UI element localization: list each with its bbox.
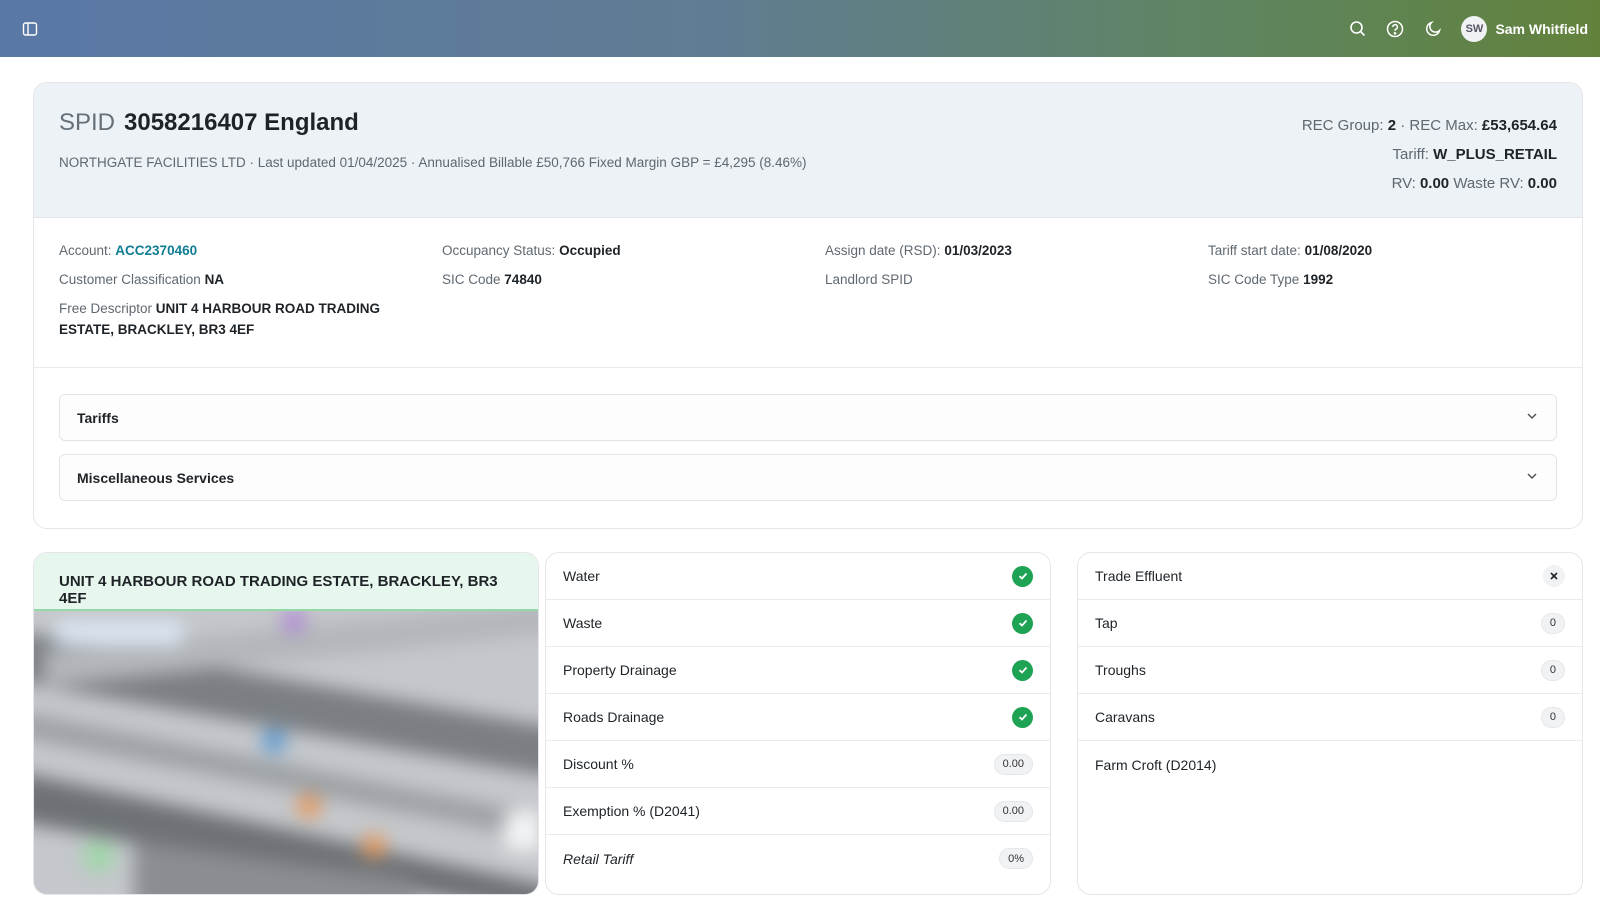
user-name: Sam Whitfield <box>1495 20 1588 37</box>
tariff-start-value: 01/08/2020 <box>1304 243 1373 258</box>
services-card: Water Waste Property Drainage Roads Drainag… <box>545 552 1051 895</box>
service-label: Exemption % (D2041) <box>563 803 700 819</box>
services-list: Water Waste Property Drainage Roads Drainag… <box>546 553 1050 882</box>
spid-header: SPID 3058216407 England NORTHGATE FACILI… <box>34 83 1582 218</box>
help-icon[interactable] <box>1385 19 1405 39</box>
occupancy-value: Occupied <box>559 243 621 258</box>
service-label: Retail Tariff <box>563 850 634 867</box>
value-badge: 0 <box>1540 706 1565 728</box>
check-icon <box>1012 612 1033 634</box>
waste-rv-label: Waste RV: <box>1453 175 1524 192</box>
check-icon <box>1012 565 1033 587</box>
extra-row-tap: Tap 0 <box>1078 600 1582 647</box>
service-label: Water <box>563 568 600 584</box>
assign-date-label: Assign date (RSD): <box>825 243 941 258</box>
extra-row-troughs: Troughs 0 <box>1078 647 1582 694</box>
service-label: Discount % <box>563 756 634 772</box>
service-row-retail-tariff: Retail Tariff 0% <box>546 835 1050 882</box>
details-col-1: Account: ACC2370460 Customer Classificat… <box>59 240 442 367</box>
classification-label: Customer Classification <box>59 272 201 287</box>
extras-list: Trade Effluent Tap 0 Troughs 0 Caravans 0 Farm … <box>1078 553 1582 788</box>
map-image[interactable] <box>34 611 538 894</box>
account-label: Account: <box>59 243 112 258</box>
chevron-down-icon <box>1525 469 1539 486</box>
check-icon <box>1012 706 1033 728</box>
sidebar-toggle-icon[interactable] <box>20 19 40 39</box>
rec-group-value: 2 <box>1387 117 1397 134</box>
classification-value: NA <box>204 272 225 287</box>
account-link[interactable]: ACC2370460 <box>115 243 197 258</box>
assign-date-value: 01/03/2023 <box>944 243 1012 258</box>
extras-card: Trade Effluent Tap 0 Troughs 0 Caravans 0 Farm … <box>1077 552 1583 895</box>
tariff-label: Tariff: <box>1392 146 1429 163</box>
misc-services-accordion-label: Miscellaneous Services <box>77 469 235 486</box>
value-badge: 0.00 <box>993 800 1033 822</box>
service-row-waste: Waste <box>546 600 1050 647</box>
misc-services-accordion[interactable]: Miscellaneous Services <box>59 454 1557 501</box>
sic-type-value: 1992 <box>1303 272 1334 287</box>
spid-label: SPID <box>59 109 116 136</box>
chevron-down-icon <box>1525 409 1539 426</box>
rec-max-label: REC Max: <box>1409 117 1478 134</box>
address-card: UNIT 4 HARBOUR ROAD TRADING ESTATE, BRAC… <box>33 552 539 895</box>
details-col-3: Assign date (RSD): 01/03/2023 Landlord S… <box>825 240 1208 367</box>
close-icon[interactable] <box>1543 565 1565 587</box>
rec-max-value: £53,654.64 <box>1481 117 1557 134</box>
details-col-4: Tariff start date: 01/08/2020 SIC Code T… <box>1208 240 1558 367</box>
service-row-property-drainage: Property Drainage <box>546 647 1050 694</box>
sic-code-value: 74840 <box>504 272 542 287</box>
spid-summary-card: SPID 3058216407 England NORTHGATE FACILI… <box>33 82 1583 529</box>
top-bar: SW Sam Whitfield <box>0 0 1600 57</box>
value-badge: 0% <box>999 848 1033 869</box>
service-row-water: Water <box>546 553 1050 600</box>
tariff-start-label: Tariff start date: <box>1208 243 1301 258</box>
service-row-roads-drainage: Roads Drainage <box>546 694 1050 741</box>
user-menu[interactable]: SW Sam Whitfield <box>1461 15 1588 42</box>
address-title: UNIT 4 HARBOUR ROAD TRADING ESTATE, BRAC… <box>34 553 538 611</box>
service-label: Roads Drainage <box>563 709 665 725</box>
extra-label: Tap <box>1095 615 1118 631</box>
moon-icon[interactable] <box>1423 19 1443 39</box>
sic-code-label: SIC Code <box>442 272 501 287</box>
avatar: SW <box>1461 15 1488 42</box>
rec-summary: REC Group: 2 · REC Max: £53,654.64 Tarif… <box>1302 111 1557 198</box>
extra-label: Trade Effluent <box>1095 568 1183 584</box>
extra-row-farm-croft-d2014: Farm Croft (D2014) <box>1078 741 1582 788</box>
tariff-value: W_PLUS_RETAIL <box>1433 146 1557 163</box>
extra-label: Farm Croft (D2014) <box>1095 756 1217 773</box>
tariffs-accordion-label: Tariffs <box>77 409 119 426</box>
rec-separator: · <box>1396 117 1410 134</box>
value-badge: 0.00 <box>993 753 1033 775</box>
rv-value: 0.00 <box>1419 175 1450 192</box>
check-icon <box>1012 659 1033 681</box>
value-badge: 0 <box>1540 659 1565 681</box>
occupancy-label: Occupancy Status: <box>442 243 556 258</box>
sic-type-label: SIC Code Type <box>1208 272 1300 287</box>
service-row-discount: Discount % 0.00 <box>546 741 1050 788</box>
service-row-exemption-d2041: Exemption % (D2041) 0.00 <box>546 788 1050 835</box>
descriptor-label: Free Descriptor <box>59 301 153 316</box>
rec-group-label: REC Group: <box>1301 117 1384 134</box>
waste-rv-value: 0.00 <box>1527 175 1557 192</box>
value-badge: 0 <box>1540 612 1565 634</box>
tariffs-accordion[interactable]: Tariffs <box>59 394 1557 441</box>
extra-row-trade-effluent: Trade Effluent <box>1078 553 1582 600</box>
service-label: Property Drainage <box>563 662 677 678</box>
search-icon[interactable] <box>1347 19 1367 39</box>
landlord-spid-label: Landlord SPID <box>825 272 913 287</box>
rv-label: RV: <box>1391 175 1416 192</box>
details-col-2: Occupancy Status: Occupied SIC Code 7484… <box>442 240 825 367</box>
extra-row-caravans: Caravans 0 <box>1078 694 1582 741</box>
extra-label: Caravans <box>1095 709 1155 725</box>
spid-value: 3058216407 England <box>124 109 359 136</box>
extra-label: Troughs <box>1095 662 1146 678</box>
service-label: Waste <box>563 615 603 631</box>
details-grid: Account: ACC2370460 Customer Classificat… <box>34 218 1582 368</box>
